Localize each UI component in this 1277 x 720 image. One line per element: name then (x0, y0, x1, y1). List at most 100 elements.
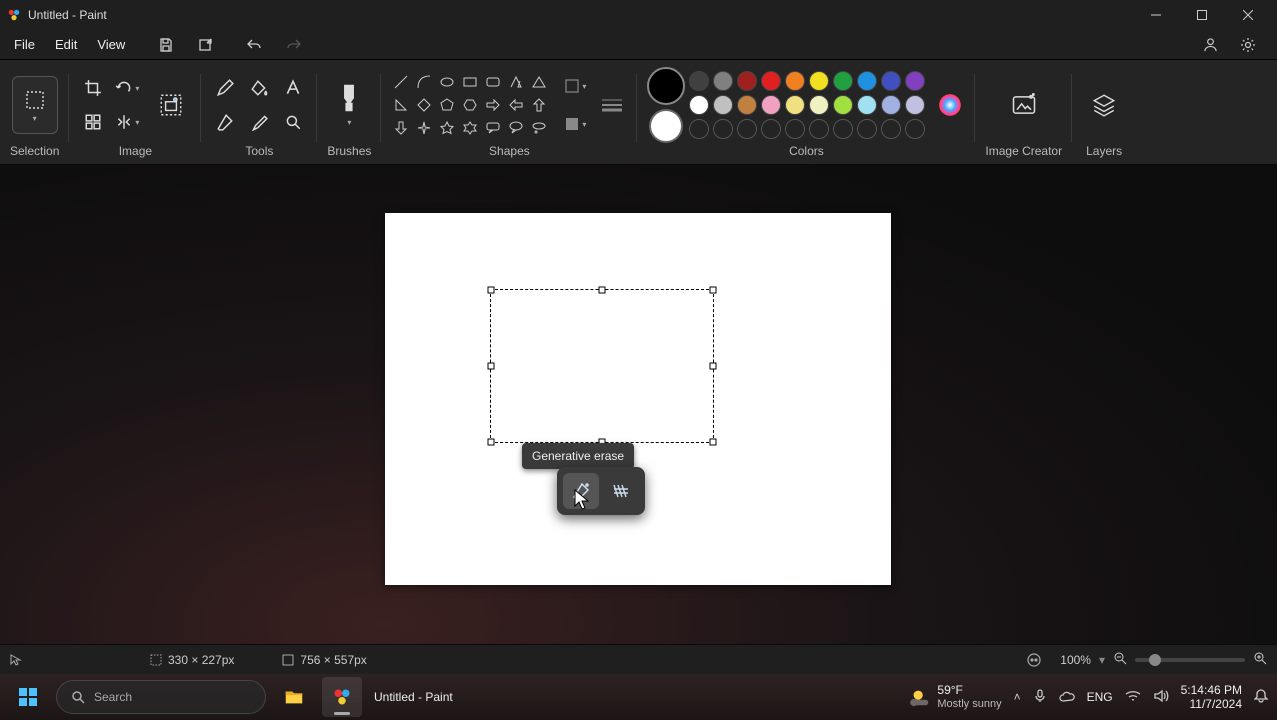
maximize-button[interactable] (1179, 0, 1225, 30)
color-swatch[interactable] (785, 71, 805, 91)
color-swatch[interactable] (881, 71, 901, 91)
shape-callout-cloud[interactable] (529, 118, 549, 138)
fill-icon[interactable] (245, 74, 273, 102)
color-swatch-empty[interactable] (785, 119, 805, 139)
image-creator-button[interactable] (1002, 83, 1046, 127)
line-width-button[interactable] (597, 90, 627, 120)
layers-button[interactable] (1082, 83, 1126, 127)
color-swatch-empty[interactable] (905, 119, 925, 139)
tray-chevron-icon[interactable]: ˄ (1014, 690, 1021, 704)
color-swatch[interactable] (881, 95, 901, 115)
shape-outline-button[interactable]: ▾ (561, 72, 589, 100)
taskbar-explorer[interactable] (274, 677, 314, 717)
color-swatch-empty[interactable] (833, 119, 853, 139)
generative-fill-button[interactable] (603, 473, 639, 509)
shape-diamond[interactable] (414, 95, 434, 115)
color-swatch[interactable] (857, 95, 877, 115)
shape-4star[interactable] (414, 118, 434, 138)
text-icon[interactable] (279, 74, 307, 102)
shape-pentagon[interactable] (437, 95, 457, 115)
color-swatch[interactable] (809, 95, 829, 115)
shape-triangle[interactable] (529, 72, 549, 92)
color-swatch-empty[interactable] (713, 119, 733, 139)
shape-arrow-up[interactable] (529, 95, 549, 115)
shape-callout-rect[interactable] (483, 118, 503, 138)
color-picker-icon[interactable] (245, 108, 273, 136)
resize-handle-w[interactable] (488, 363, 495, 370)
tray-mic-icon[interactable] (1033, 689, 1047, 706)
save-icon[interactable] (149, 32, 183, 58)
shape-gallery[interactable] (391, 72, 549, 138)
color-swatch[interactable] (737, 71, 757, 91)
start-button[interactable] (8, 677, 48, 717)
color-swatch-empty[interactable] (761, 119, 781, 139)
brushes-button[interactable]: ▾ (329, 77, 369, 133)
color-swatch-empty[interactable] (809, 119, 829, 139)
tray-onedrive-icon[interactable] (1059, 690, 1075, 705)
tray-notifications-icon[interactable] (1254, 688, 1269, 706)
resize-handle-n[interactable] (599, 287, 606, 294)
menu-file[interactable]: File (4, 33, 45, 56)
pencil-icon[interactable] (211, 74, 239, 102)
selection-tool-button[interactable]: ▾ (12, 76, 58, 134)
resize-handle-se[interactable] (710, 439, 717, 446)
color-swatch-empty[interactable] (881, 119, 901, 139)
magnifier-icon[interactable] (279, 108, 307, 136)
workspace[interactable]: Generative erase (0, 165, 1277, 674)
resize-handle-sw[interactable] (488, 439, 495, 446)
shape-roundrect[interactable] (483, 72, 503, 92)
minimize-button[interactable] (1133, 0, 1179, 30)
color-swatch[interactable] (833, 71, 853, 91)
color-swatch-empty[interactable] (737, 119, 757, 139)
shape-polygon[interactable] (506, 72, 526, 92)
color1-well[interactable] (647, 67, 685, 105)
resize-handle-nw[interactable] (488, 287, 495, 294)
share-icon[interactable] (189, 32, 223, 58)
shape-6star[interactable] (460, 118, 480, 138)
remove-background-icon[interactable] (151, 85, 191, 125)
color-swatch[interactable] (761, 95, 781, 115)
tray-language[interactable]: ENG (1087, 690, 1113, 704)
eraser-icon[interactable] (211, 108, 239, 136)
shape-fill-button[interactable]: ▾ (561, 110, 589, 138)
resize-icon[interactable] (79, 108, 107, 136)
tray-volume-icon[interactable] (1153, 689, 1169, 706)
settings-icon[interactable] (1231, 32, 1265, 58)
color-swatch-empty[interactable] (689, 119, 709, 139)
shape-right-triangle[interactable] (391, 95, 411, 115)
color-palette[interactable] (689, 71, 925, 139)
zoom-slider[interactable] (1135, 658, 1245, 662)
close-button[interactable] (1225, 0, 1271, 30)
shape-arrow-down[interactable] (391, 118, 411, 138)
color-swatch[interactable] (713, 95, 733, 115)
color-swatch[interactable] (785, 95, 805, 115)
zoom-in-button[interactable] (1253, 651, 1267, 668)
color-swatch[interactable] (737, 95, 757, 115)
undo-icon[interactable] (237, 32, 271, 58)
shape-line[interactable] (391, 72, 411, 92)
color-swatch[interactable] (905, 95, 925, 115)
color-swatch[interactable] (761, 71, 781, 91)
taskbar-paint[interactable] (322, 677, 362, 717)
edit-colors-button[interactable] (935, 90, 965, 120)
taskbar-search[interactable]: Search (56, 680, 266, 714)
account-icon[interactable] (1193, 32, 1227, 58)
shape-rect[interactable] (460, 72, 480, 92)
zoom-out-button[interactable] (1113, 651, 1127, 668)
shape-callout-oval[interactable] (506, 118, 526, 138)
flip-icon[interactable]: ▾ (113, 108, 141, 136)
generative-erase-button[interactable] (563, 473, 599, 509)
tray-datetime[interactable]: 5:14:46 PM 11/7/2024 (1181, 683, 1242, 712)
color2-well[interactable] (649, 109, 683, 143)
menu-edit[interactable]: Edit (45, 33, 87, 56)
shape-curve[interactable] (414, 72, 434, 92)
shape-5star[interactable] (437, 118, 457, 138)
color-swatch[interactable] (905, 71, 925, 91)
shape-arrow-left[interactable] (506, 95, 526, 115)
resize-handle-ne[interactable] (710, 287, 717, 294)
copilot-icon[interactable] (1026, 652, 1042, 668)
crop-icon[interactable] (79, 74, 107, 102)
color-swatch-empty[interactable] (857, 119, 877, 139)
shape-oval[interactable] (437, 72, 457, 92)
shape-arrow-right[interactable] (483, 95, 503, 115)
